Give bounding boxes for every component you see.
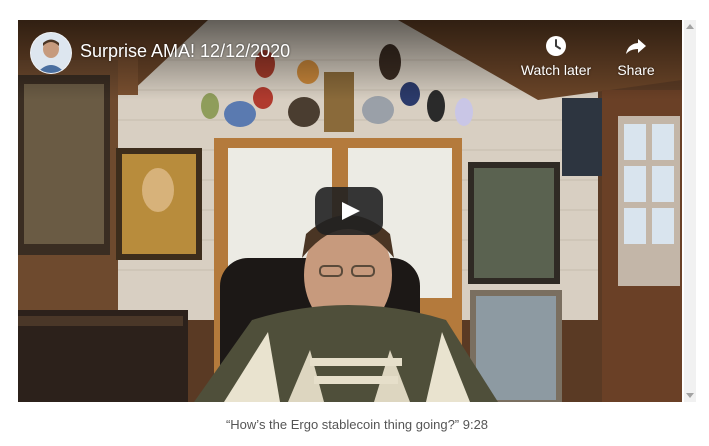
clock-icon <box>546 36 566 56</box>
play-icon <box>315 187 383 235</box>
watch-later-label: Watch later <box>520 62 592 78</box>
share-arrow-icon <box>626 39 646 54</box>
scroll-up-icon[interactable] <box>686 24 694 29</box>
scrollbar[interactable] <box>684 20 696 402</box>
channel-avatar[interactable] <box>30 32 72 74</box>
scroll-down-icon[interactable] <box>686 393 694 398</box>
play-button[interactable] <box>315 187 383 235</box>
share-label: Share <box>617 62 655 78</box>
video-title[interactable]: Surprise AMA! 12/12/2020 <box>80 41 290 62</box>
video-caption: “How’s the Ergo stablecoin thing going?”… <box>225 417 489 432</box>
watch-later-button[interactable]: Watch later <box>518 34 594 78</box>
share-button[interactable]: Share <box>610 34 662 78</box>
video-player[interactable]: Surprise AMA! 12/12/2020 Watch later Sha… <box>18 20 682 402</box>
avatar-image <box>31 33 71 73</box>
page: Surprise AMA! 12/12/2020 Watch later Sha… <box>0 0 709 446</box>
